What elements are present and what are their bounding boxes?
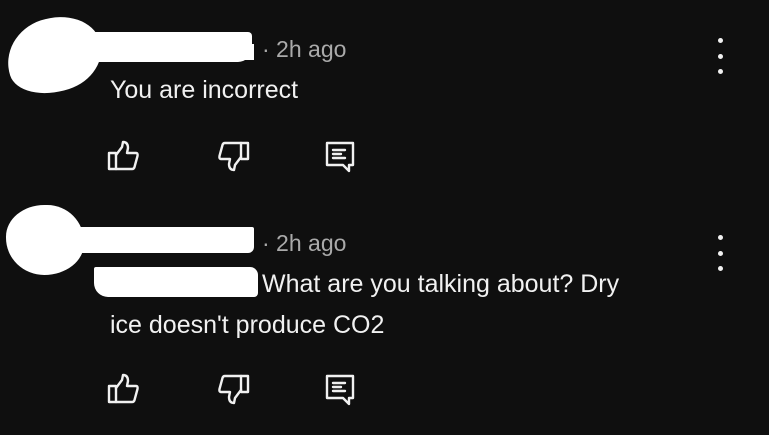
comment-text: You are incorrect [110, 70, 298, 110]
thumbs-down-icon[interactable] [216, 138, 252, 174]
more-vert-icon[interactable] [708, 235, 732, 271]
comment-text-continued: ice doesn't produce CO2 [110, 305, 384, 345]
timestamp: · 2h ago [262, 230, 346, 257]
username-redaction [60, 227, 254, 253]
more-vert-icon[interactable] [708, 38, 732, 74]
timestamp: · 2h ago [262, 36, 346, 63]
comment-text: What are you talking about? Dry [262, 264, 619, 304]
thumbs-up-icon[interactable] [105, 371, 141, 407]
thumbs-down-icon[interactable] [216, 371, 252, 407]
thumbs-up-icon[interactable] [105, 138, 141, 174]
comment-item: · 2h ago You are incorrect [0, 0, 769, 195]
reply-icon[interactable] [322, 371, 358, 407]
comment-item: · 2h ago What are you talking about? Dry… [0, 195, 769, 435]
username-redaction [82, 32, 252, 62]
username-redaction [232, 44, 254, 60]
mention-redaction [94, 267, 258, 297]
reply-icon[interactable] [322, 138, 358, 174]
